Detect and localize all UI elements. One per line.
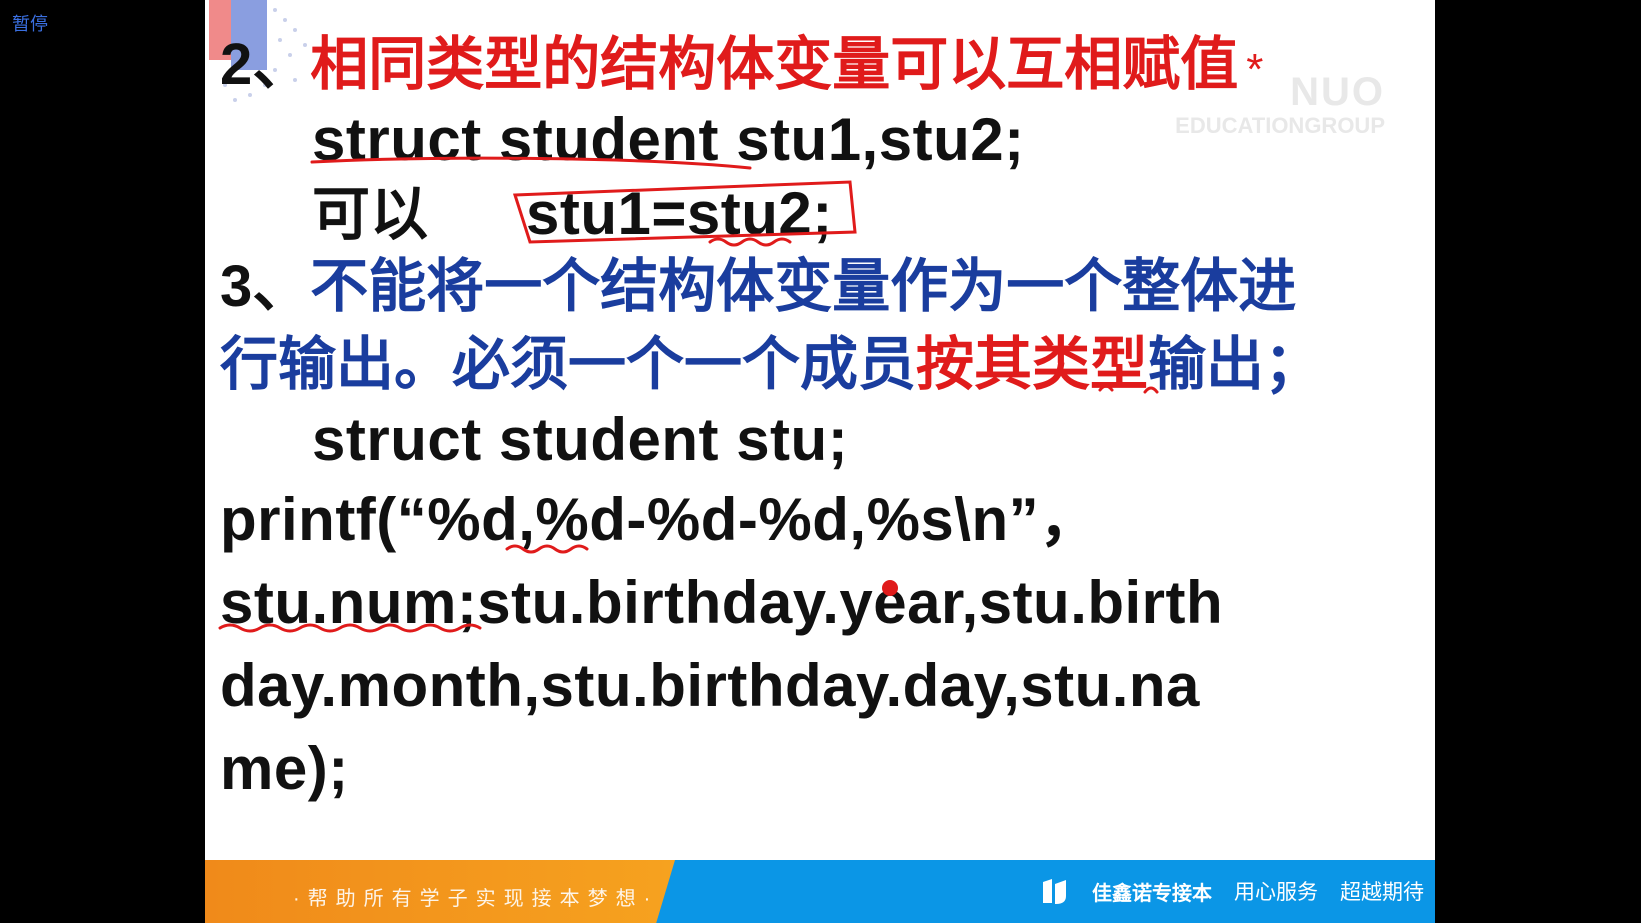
code-line: struct student stu; bbox=[312, 406, 849, 473]
watermark-subtext: EDUCATIONGROUP bbox=[1175, 113, 1385, 138]
point-text: 相同类型的结构体变量可以互相赋值 bbox=[310, 32, 1239, 97]
footer-orange-band: ·帮助所有学子实现接本梦想· bbox=[205, 860, 675, 923]
brand-logo-icon bbox=[1043, 879, 1066, 904]
brand: 佳鑫诺专接本 用心服务 超越期待 bbox=[1040, 876, 1424, 906]
asterisk-mark: * bbox=[1246, 45, 1264, 94]
brand-name: 佳鑫诺专接本 bbox=[1092, 882, 1212, 905]
code-line: printf(“%d,%d-%d-%d,%s\n”， bbox=[220, 486, 1100, 553]
pause-indicator[interactable]: 暂停 bbox=[12, 10, 48, 36]
footer-bar: ·帮助所有学子实现接本梦想· 佳鑫诺专接本 用心服务 超越期待 bbox=[205, 860, 1435, 923]
point-2-heading: 2、相同类型的结构体变量可以互相赋值 * bbox=[220, 36, 1263, 94]
can-label: 可以 bbox=[312, 182, 429, 247]
code-line: day.month,stu.birthday.day,stu.na bbox=[220, 652, 1200, 719]
slide: NUO EDUCATIONGROUP 2、相同类型的结构体变量可以互相赋值 * s… bbox=[205, 0, 1435, 923]
point-number: 3、 bbox=[220, 254, 311, 319]
code-line: stu.num;stu.birthday.year,stu.birth bbox=[220, 569, 1224, 636]
motto: 用心服务 bbox=[1234, 881, 1318, 904]
point-text: 输出； bbox=[1148, 332, 1323, 397]
highlight-text: 按其类型 bbox=[916, 332, 1149, 397]
code-assignment: stu1=stu2; bbox=[526, 180, 833, 247]
point-3-line2: 行输出。必须一个一个成员按其类型输出； bbox=[220, 336, 1322, 394]
point-text: 行输出。必须一个一个成员 bbox=[220, 332, 917, 397]
code-line: me); bbox=[220, 735, 349, 802]
point-text: 不能将一个结构体变量作为一个整体进 bbox=[310, 254, 1297, 319]
slogan: ·帮助所有学子实现接本梦想· bbox=[293, 888, 659, 910]
motto: 超越期待 bbox=[1340, 881, 1424, 904]
point-3-heading: 3、不能将一个结构体变量作为一个整体进 bbox=[220, 258, 1296, 316]
code-declaration: struct student stu1,stu2; bbox=[312, 106, 1025, 173]
point-number: 2、 bbox=[220, 32, 311, 97]
